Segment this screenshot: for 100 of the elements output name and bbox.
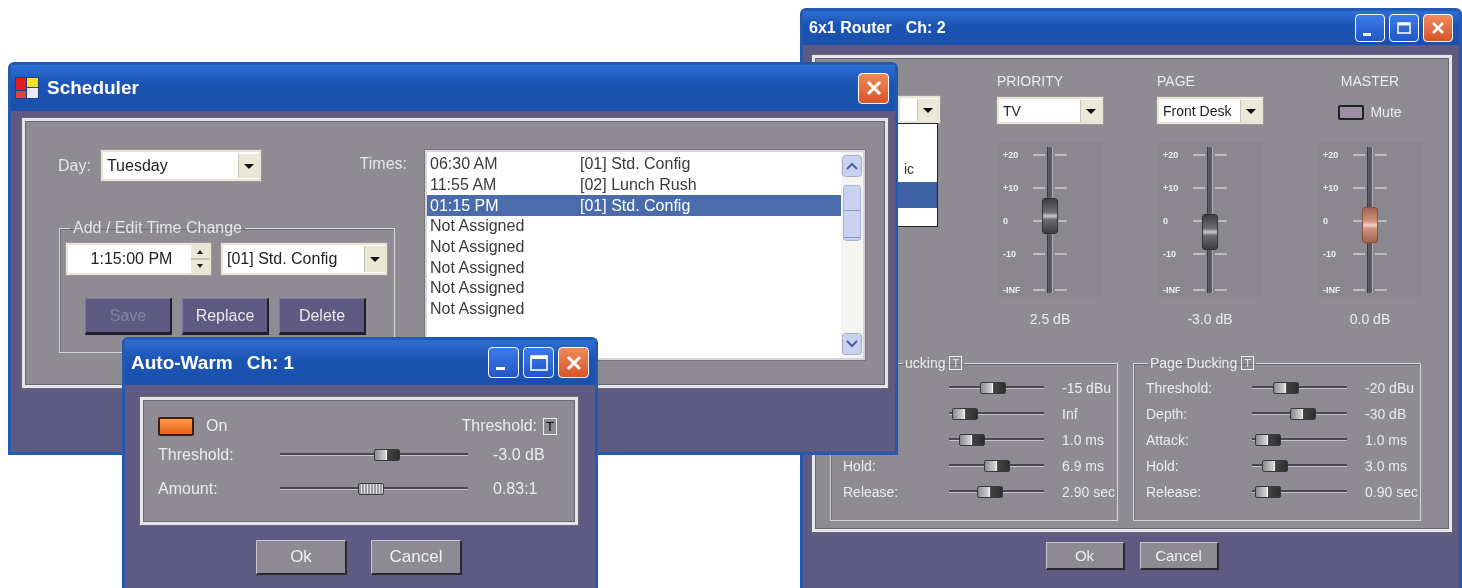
t-toggle[interactable]: T (543, 417, 557, 435)
column-heading: PRIORITY (997, 73, 1064, 91)
day-dropdown[interactable]: Tuesday (100, 150, 261, 181)
value-reading: 1.0 ms (1062, 432, 1105, 448)
minimize-icon (496, 367, 505, 370)
scale-label: +10 (1163, 182, 1179, 194)
maximize-button[interactable] (523, 347, 554, 378)
close-icon (565, 354, 582, 371)
close-icon (865, 80, 882, 96)
config-dropdown[interactable]: [01] Std. Config (221, 243, 387, 275)
value-reading: 6.9 ms (1062, 458, 1105, 474)
action-button[interactable]: Delete (279, 298, 366, 335)
minimize-button[interactable] (488, 347, 519, 378)
group-title: Add / Edit Time Change (72, 219, 243, 237)
scale-label: 0 (1003, 215, 1008, 227)
scale-label: -10 (1003, 248, 1016, 260)
value-reading: -3.0 dB (493, 446, 545, 464)
value-reading: Inf (1062, 406, 1079, 422)
slider-handle[interactable] (1255, 434, 1282, 446)
row-label: Release: (1146, 484, 1202, 500)
scale-label: -INF (1163, 284, 1181, 296)
slider-handle[interactable] (959, 434, 986, 446)
minimize-icon (1363, 32, 1371, 36)
value-reading: 1.0 ms (1365, 432, 1408, 448)
window-title: Scheduler (47, 77, 139, 99)
window-title: Auto-Warm (131, 351, 233, 374)
scale-label: +20 (1323, 149, 1339, 161)
channel-label: Ch: 1 (246, 351, 295, 374)
slider-handle[interactable] (983, 460, 1010, 472)
caret-icon (917, 98, 938, 121)
scale-label: +10 (1323, 182, 1339, 194)
list-row[interactable]: Not Assigned (427, 257, 841, 279)
caret-icon (237, 153, 259, 178)
value-reading: -15 dBu (1062, 380, 1113, 396)
row-label: Amount: (158, 480, 219, 498)
slider-handle[interactable] (952, 408, 979, 420)
slider-handle[interactable] (976, 486, 1003, 498)
list-row[interactable]: Not Assigned (427, 278, 841, 299)
row-label: Hold: (1146, 458, 1179, 474)
close-button[interactable] (1423, 14, 1453, 42)
column-heading: PAGE (1157, 73, 1195, 91)
grid-app-icon (15, 77, 39, 99)
row-label: Threshold: (1146, 380, 1213, 396)
level-reading: 0.0 dB (1348, 311, 1392, 327)
day-label: Day: (58, 156, 91, 175)
on-indicator[interactable] (158, 416, 194, 436)
scale-label: +10 (1003, 182, 1019, 194)
scale-label: -10 (1163, 248, 1176, 260)
level-reading: 2.5 dB (1028, 311, 1072, 327)
caret-icon (364, 246, 385, 272)
value-reading: -20 dBu (1365, 380, 1416, 396)
row-label: Depth: (1146, 406, 1188, 422)
channel-label: Ch: 2 (905, 19, 946, 37)
group-title: ucking (905, 355, 946, 371)
close-button[interactable] (858, 72, 889, 104)
list-row[interactable]: 06:30 AM [01] Std. Config (427, 154, 841, 175)
row-label: Threshold: (158, 446, 235, 464)
caret-icon (1240, 99, 1261, 122)
scroll-thumb[interactable] (843, 185, 861, 241)
minimize-button[interactable] (1355, 14, 1385, 42)
value-reading: 0.90 sec (1365, 484, 1419, 500)
scale-label: -INF (1003, 284, 1021, 296)
scale-label: -10 (1323, 248, 1336, 260)
time-field[interactable]: 1:15:00 PM (66, 243, 211, 275)
mute-button[interactable] (1338, 104, 1365, 120)
close-button[interactable] (558, 347, 589, 378)
maximize-button[interactable] (1389, 14, 1419, 42)
slider-handle[interactable] (357, 483, 384, 495)
action-button[interactable]: Replace (182, 298, 269, 335)
scroll-bar[interactable] (841, 152, 863, 358)
row-label: Hold: (843, 458, 876, 474)
fader-handle[interactable] (1042, 198, 1058, 235)
slider-handle[interactable] (1255, 486, 1282, 498)
fader-handle[interactable] (1362, 207, 1378, 243)
list-row[interactable]: 01:15 PM [01] Std. Config (427, 195, 841, 217)
scale-label: +20 (1163, 149, 1179, 161)
list-row[interactable]: Not Assigned (427, 216, 841, 237)
scale-label: 0 (1323, 215, 1328, 227)
list-option[interactable]: ic (898, 156, 937, 182)
scale-label: 0 (1163, 215, 1168, 227)
list-row[interactable]: Not Assigned (427, 236, 841, 258)
on-label: On (206, 417, 228, 435)
fader-handle[interactable] (1202, 214, 1218, 251)
list-row[interactable]: 11:55 AM [02] Lunch Rush (427, 174, 841, 196)
value-reading: 2.90 sec (1062, 484, 1116, 500)
row-label: Attack: (1146, 432, 1189, 448)
list-row[interactable]: Not Assigned (427, 298, 841, 320)
level-reading: -3.0 dB (1186, 311, 1234, 327)
source-dropdown[interactable] (898, 96, 940, 123)
close-icon (1431, 21, 1445, 35)
mute-label: Mute (1370, 104, 1402, 120)
source-dropdown[interactable]: TV (997, 97, 1103, 124)
window-title: 6x1 Router (809, 19, 892, 37)
slider-handle[interactable] (1272, 382, 1299, 394)
value-reading: 0.83:1 (493, 480, 538, 498)
source-dropdown[interactable]: Front Desk (1157, 97, 1263, 124)
slider-handle[interactable] (373, 449, 400, 461)
slider-handle[interactable] (1289, 408, 1316, 420)
slider-handle[interactable] (980, 382, 1007, 394)
slider-handle[interactable] (1262, 460, 1289, 472)
